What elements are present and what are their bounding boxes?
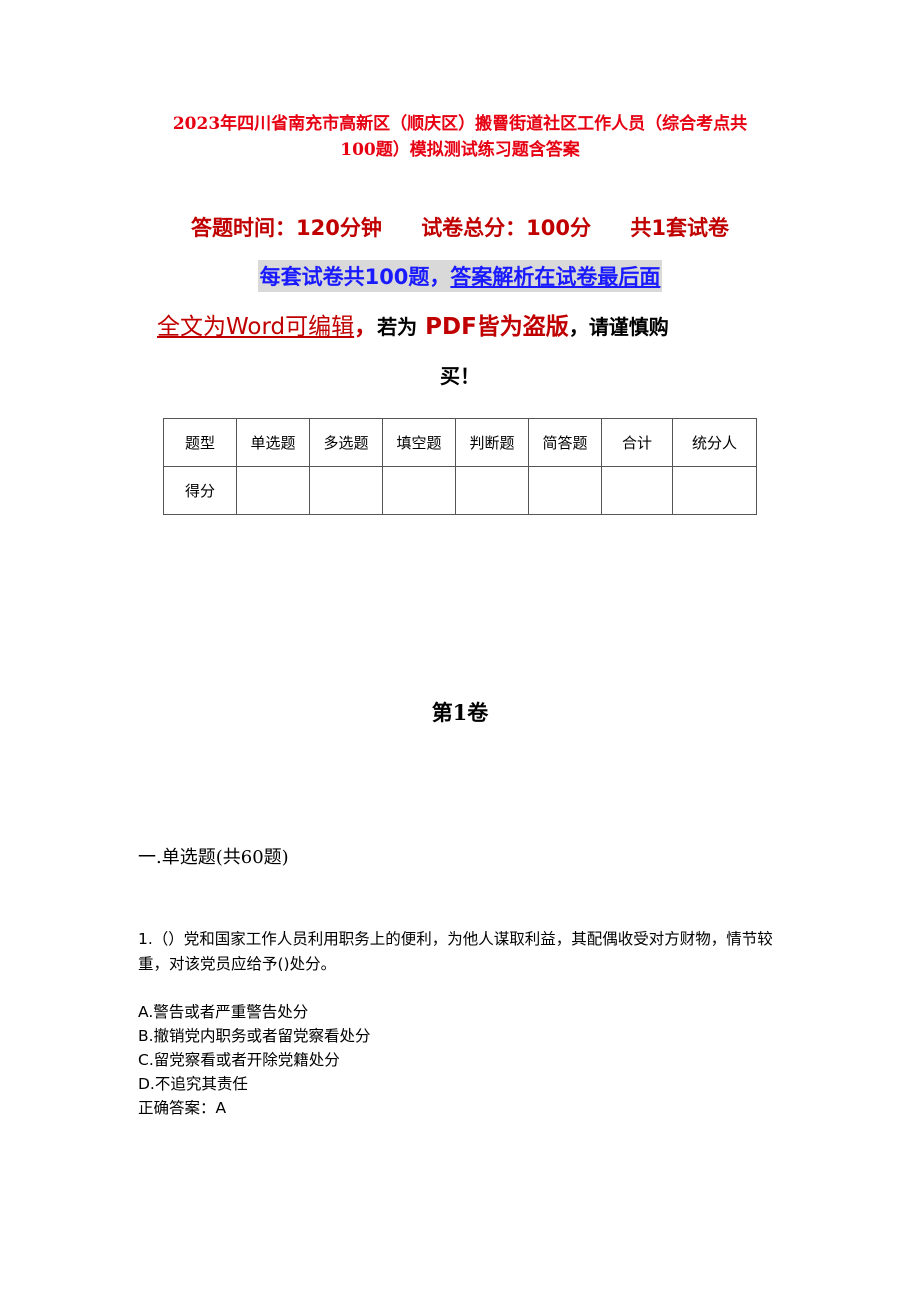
- option-a: A.警告或者严重警告处分: [138, 1003, 309, 1021]
- score-cell: [601, 466, 673, 515]
- comma: ，: [354, 314, 378, 340]
- score-table-row: 得分: [163, 466, 757, 515]
- score-cell: [528, 466, 602, 515]
- score-table-header-row: 题型 单选题 多选题 填空题 判断题 简答题 合计 统分人: [163, 418, 757, 467]
- notice-banner: 每套试卷共100题，答案解析在试卷最后面: [0, 260, 920, 292]
- buy-warning-2: 买！: [440, 364, 480, 388]
- pdf-piracy-text: PDF皆为盗版: [425, 314, 569, 340]
- notice-answer-link[interactable]: 答案解析在试卷最后面: [450, 265, 660, 289]
- score-cell: [672, 466, 757, 515]
- score-cell: [382, 466, 456, 515]
- document-title: 2023年四川省南充市高新区（顺庆区）搬罾街道社区工作人员（综合考点共 100题…: [130, 111, 790, 163]
- option-b: B.撤销党内职务或者留党察看处分: [138, 1027, 371, 1045]
- title-line-1: 2023年四川省南充市高新区（顺庆区）搬罾街道社区工作人员（综合考点共: [172, 114, 748, 134]
- header-cell: 合计: [601, 418, 673, 467]
- question-options: A.警告或者严重警告处分 B.撤销党内职务或者留党察看处分 C.留党察看或者开除…: [138, 1000, 371, 1120]
- header-cell: 多选题: [309, 418, 383, 467]
- comma: ，: [568, 315, 589, 339]
- title-line-2: 100题）模拟测试练习题含答案: [340, 140, 580, 160]
- option-c: C.留党察看或者开除党籍处分: [138, 1051, 340, 1069]
- header-cell: 题型: [163, 418, 237, 467]
- word-editable-link[interactable]: 全文为Word可编辑: [157, 314, 354, 340]
- header-cell: 单选题: [236, 418, 310, 467]
- volume-heading: 第1卷: [431, 700, 489, 725]
- exam-time: 答题时间：120分钟: [191, 216, 382, 240]
- notice-text: 每套试卷共100题，答案解析在试卷最后面: [257, 260, 663, 292]
- exam-meta: 答题时间：120分钟 试卷总分：100分 共1套试卷: [130, 212, 790, 242]
- row-label: 得分: [163, 466, 237, 515]
- option-d: D.不追究其责任: [138, 1075, 248, 1093]
- header-cell: 简答题: [528, 418, 602, 467]
- score-table: 题型 单选题 多选题 填空题 判断题 简答题 合计 统分人 得分: [163, 418, 757, 515]
- notice-part-1: 每套试卷共100题，: [259, 265, 451, 289]
- exam-set-count: 共1套试卷: [630, 216, 729, 240]
- question-text: 1.（）党和国家工作人员利用职务上的便利，为他人谋取利益，其配偶收受对方财物，情…: [138, 930, 773, 973]
- header-cell: 填空题: [382, 418, 456, 467]
- score-cell: [455, 466, 529, 515]
- header-cell: 统分人: [672, 418, 757, 467]
- header-cell: 判断题: [455, 418, 529, 467]
- correct-answer: 正确答案：A: [138, 1099, 227, 1117]
- editable-notice: 全文为Word可编辑，若为 PDF皆为盗版，请谨慎购: [157, 307, 777, 347]
- score-cell: [309, 466, 383, 515]
- score-cell: [236, 466, 310, 515]
- section-heading: 一.单选题(共60题): [138, 847, 289, 868]
- if-text: 若为: [377, 315, 418, 339]
- buy-warning-1: 请谨慎购: [588, 315, 669, 339]
- exam-total-score: 试卷总分：100分: [421, 216, 592, 240]
